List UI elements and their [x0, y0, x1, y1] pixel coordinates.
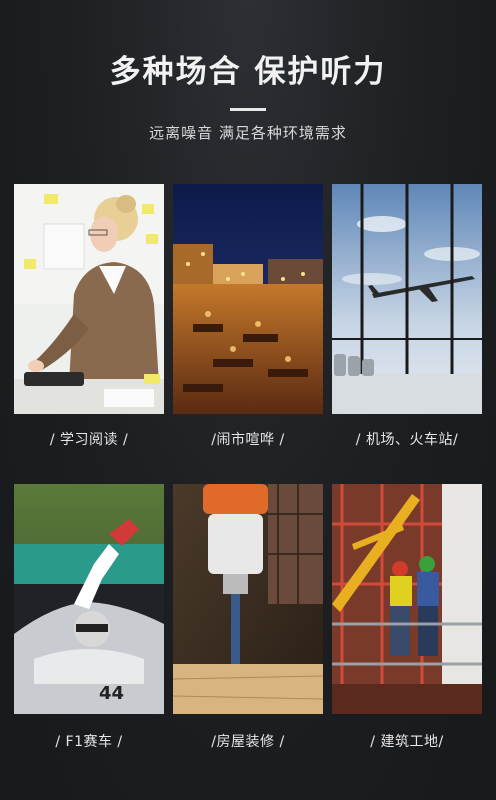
scene-caption-street: /闹市喧哗 /	[211, 432, 285, 448]
scene-caption-reading: / 学习阅读 /	[49, 432, 129, 448]
scene-card-reading: / 学习阅读 /	[14, 184, 164, 448]
scene-card-renovation: /房屋装修 /	[173, 484, 323, 750]
f1-racing-photo: 44	[14, 484, 164, 714]
airport-airplane-photo	[332, 184, 482, 414]
scene-grid: / 学习阅读 / /闹市喧哗 / / 机场、火车站/ 44 / F1赛车 / /…	[0, 0, 496, 800]
scene-caption-f1: / F1赛车 /	[55, 734, 123, 750]
scene-card-construction: / 建筑工地/	[332, 484, 482, 750]
office-reading-photo	[14, 184, 164, 414]
scene-caption-construction: / 建筑工地/	[370, 734, 444, 750]
scene-card-street: /闹市喧哗 /	[173, 184, 323, 448]
scene-caption-renovation: /房屋装修 /	[211, 734, 285, 750]
construction-site-photo	[332, 484, 482, 714]
scene-card-airport: / 机场、火车站/	[332, 184, 482, 448]
scene-caption-airport: / 机场、火车站/	[355, 432, 459, 448]
power-drill-photo	[173, 484, 323, 714]
svg-text:44: 44	[99, 683, 124, 704]
busy-street-market-photo	[173, 184, 323, 414]
scene-card-f1: 44 / F1赛车 /	[14, 484, 164, 750]
